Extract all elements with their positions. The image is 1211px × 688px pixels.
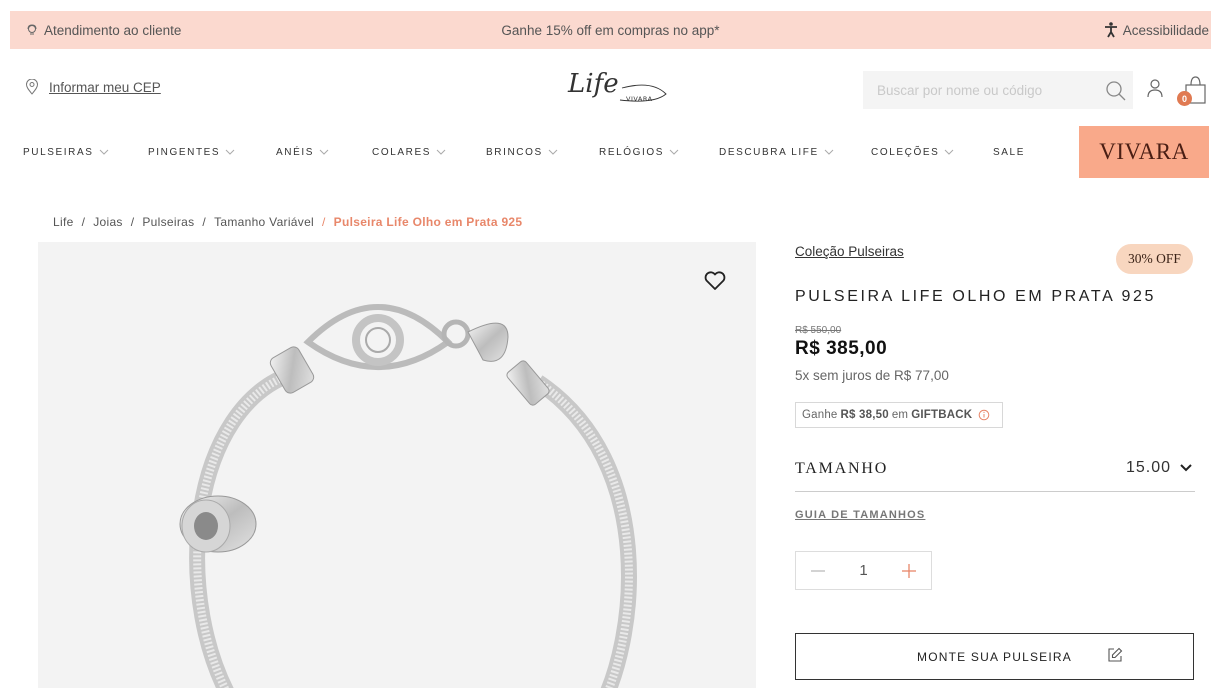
- nav-item-label: PULSEIRAS: [23, 146, 94, 158]
- nav-item-label: RELÓGIOS: [599, 146, 665, 158]
- build-bracelet-button[interactable]: MONTE SUA PULSEIRA: [795, 633, 1194, 680]
- nav-item-sale[interactable]: SALE: [993, 126, 1025, 178]
- accessibility-icon: [1104, 22, 1117, 38]
- top-announcement-bar: Atendimento ao cliente Ganhe 15% off em …: [10, 11, 1211, 49]
- chevron-down-icon: [436, 149, 446, 155]
- life-logo[interactable]: Life VIVARA: [562, 66, 672, 110]
- search-icon[interactable]: [1105, 80, 1127, 102]
- giftback-banner[interactable]: Ganhe R$ 38,50 em GIFTBACK: [795, 402, 1003, 428]
- current-price: R$ 385,00: [795, 338, 888, 359]
- nav-item-descubra-life[interactable]: DESCUBRA LIFE: [719, 126, 834, 178]
- favorite-heart-icon[interactable]: [704, 271, 726, 291]
- product-title: PULSEIRA LIFE OLHO EM PRATA 925: [795, 288, 1156, 305]
- customer-service-label: Atendimento ao cliente: [44, 22, 182, 38]
- vivara-brand-link[interactable]: VIVARA: [1079, 126, 1209, 178]
- size-selector[interactable]: TAMANHO 15.00: [795, 454, 1195, 492]
- size-label: TAMANHO: [795, 460, 889, 477]
- collection-link[interactable]: Coleção Pulseiras: [795, 244, 904, 259]
- breadcrumb-item[interactable]: Pulseiras: [142, 215, 194, 229]
- cart-button[interactable]: 0: [1177, 73, 1207, 109]
- chevron-down-icon: [548, 149, 558, 155]
- logo-subtext: VIVARA: [626, 95, 653, 103]
- nav-item-colares[interactable]: COLARES: [372, 126, 446, 178]
- nav-item-label: COLARES: [372, 146, 431, 158]
- customer-service-link[interactable]: Atendimento ao cliente: [26, 23, 181, 38]
- installments-text: 5x sem juros de R$ 77,00: [795, 368, 949, 383]
- giftback-amount: R$ 38,50: [840, 409, 889, 421]
- bracelet-image: [179, 304, 637, 688]
- user-icon[interactable]: [1146, 78, 1164, 98]
- build-bracelet-label: MONTE SUA PULSEIRA: [917, 649, 1072, 664]
- location-pin-icon: [25, 79, 39, 95]
- support-icon: [27, 24, 37, 35]
- giftback-prefix: Ganhe: [802, 409, 838, 421]
- breadcrumb-current: Pulseira Life Olho em Prata 925: [333, 215, 523, 229]
- chevron-down-icon: [225, 149, 235, 155]
- nav-item-relogios[interactable]: RELÓGIOS: [599, 126, 679, 178]
- cep-label: Informar meu CEP: [49, 79, 161, 95]
- breadcrumb-item[interactable]: Life: [53, 215, 74, 229]
- giftback-middle: em: [891, 409, 909, 421]
- chevron-down-icon: [319, 149, 329, 155]
- chevron-down-icon: [99, 149, 108, 155]
- chevron-down-icon: [824, 149, 834, 155]
- breadcrumb-item[interactable]: Joias: [93, 215, 123, 229]
- nav-item-label: PINGENTES: [148, 146, 221, 158]
- size-value: 15.00: [1125, 459, 1171, 476]
- quantity-stepper: 1: [795, 551, 932, 590]
- giftback-label: GIFTBACK: [911, 409, 973, 421]
- size-guide-link[interactable]: GUIA DE TAMANHOS: [795, 509, 925, 521]
- logo-script: Life: [567, 69, 619, 99]
- nav-item-brincos[interactable]: BRINCOS: [486, 126, 558, 178]
- nav-item-label: SALE: [993, 146, 1025, 158]
- nav-item-label: ANÉIS: [276, 146, 315, 158]
- breadcrumb: Life / Joias / Pulseiras / Tamanho Variável / Pu…: [53, 215, 523, 229]
- edit-icon: [1108, 647, 1123, 662]
- info-icon[interactable]: [978, 409, 990, 421]
- accessibility-label: Acessibilidade: [1122, 22, 1209, 38]
- nav-item-label: BRINCOS: [486, 146, 543, 158]
- chevron-down-icon: [669, 149, 679, 155]
- nav-item-pulseiras[interactable]: PULSEIRAS: [23, 126, 109, 178]
- chevron-down-icon: [945, 149, 954, 155]
- nav-item-colecoes[interactable]: COLEÇÕES: [871, 126, 954, 178]
- nav-item-aneis[interactable]: ANÉIS: [276, 126, 329, 178]
- chevron-down-icon: [1180, 464, 1192, 472]
- product-image[interactable]: [38, 242, 756, 688]
- accessibility-link[interactable]: Acessibilidade: [1104, 22, 1209, 38]
- nav-item-label: COLEÇÕES: [871, 146, 940, 158]
- cep-link[interactable]: Informar meu CEP: [25, 79, 161, 95]
- search-bar[interactable]: [863, 71, 1133, 109]
- app-promo-text[interactable]: Ganhe 15% off em compras no app*: [501, 23, 719, 38]
- nav-item-pingentes[interactable]: PINGENTES: [148, 126, 235, 178]
- main-nav: PULSEIRAS PINGENTES ANÉIS COLARES BRINCO…: [0, 126, 1211, 178]
- breadcrumb-item[interactable]: Tamanho Variável: [214, 215, 314, 229]
- search-input[interactable]: [863, 71, 1093, 109]
- plus-icon[interactable]: [901, 561, 917, 581]
- cart-count-badge: 0: [1177, 91, 1192, 106]
- old-price: R$ 550,00: [795, 325, 842, 336]
- nav-item-label: DESCUBRA LIFE: [719, 146, 819, 158]
- discount-badge: 30% OFF: [1116, 244, 1193, 274]
